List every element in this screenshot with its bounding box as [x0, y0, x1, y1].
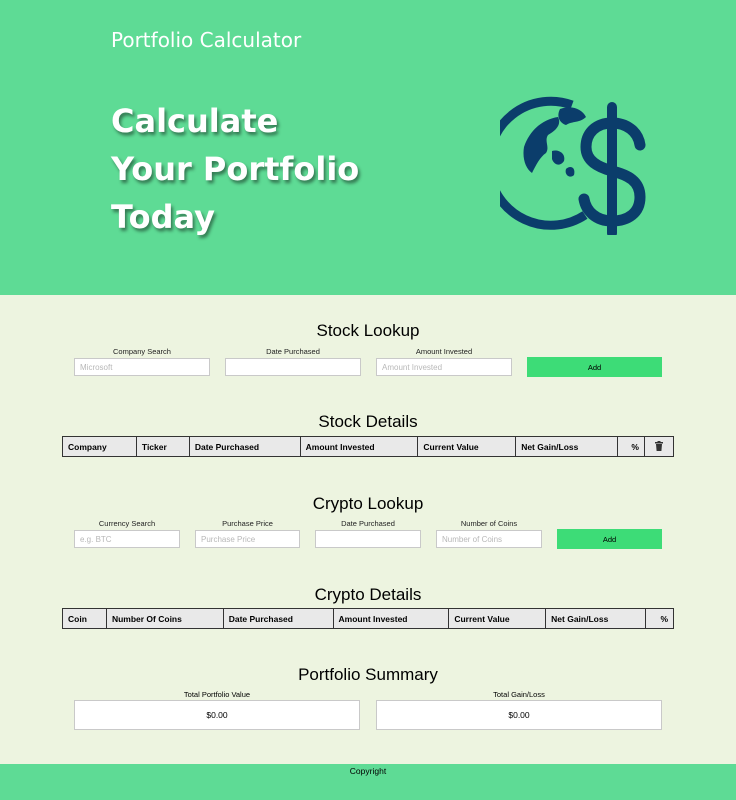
footer: Copyright [0, 764, 736, 800]
headline-line-2: Your Portfolio [111, 150, 360, 188]
column-header: Current Value [448, 608, 547, 629]
crypto-lookup-title: Crypto Lookup [312, 494, 424, 513]
add-stock-button[interactable]: Add [527, 357, 662, 377]
column-header: Number Of Coins [105, 608, 224, 629]
total-value: $0.00 [206, 710, 228, 720]
copyright-text: Copyright [349, 766, 387, 776]
company-search-input[interactable] [74, 358, 210, 376]
table-header-row: Coin Number Of Coins Date Purchased Amou… [62, 608, 674, 629]
amount-invested-label: Amount Invested [415, 347, 473, 356]
add-crypto-button[interactable]: Add [557, 529, 662, 549]
stock-date-label: Date Purchased [266, 347, 320, 356]
column-header: % [617, 436, 645, 457]
column-header: Ticker [135, 436, 190, 457]
company-search-label: Company Search [113, 347, 171, 356]
crypto-details-table: Coin Number Of Coins Date Purchased Amou… [62, 608, 674, 629]
purchase-price-input[interactable] [195, 530, 300, 548]
delete-column-header[interactable] [643, 436, 675, 457]
column-header: % [645, 608, 674, 629]
headline-line-3: Today [111, 198, 215, 236]
column-header: Company [62, 436, 137, 457]
column-header: Date Purchased [188, 436, 301, 457]
stock-date-input[interactable] [225, 358, 361, 376]
number-of-coins-label: Number of Coins [460, 519, 518, 528]
headline-line-1: Calculate [111, 102, 279, 140]
column-header: Amount Invested [299, 436, 419, 457]
globe-dollar-icon [500, 96, 646, 235]
total-gain-box: $0.00 [376, 700, 662, 730]
brand-title[interactable]: Portfolio Calculator [111, 28, 301, 52]
crypto-date-label: Date Purchased [341, 519, 395, 528]
total-value-box: $0.00 [74, 700, 360, 730]
stock-details-table: Company Ticker Date Purchased Amount Inv… [62, 436, 675, 457]
currency-search-label: Currency Search [98, 519, 156, 528]
column-header: Net Gain/Loss [545, 608, 646, 629]
column-header: Net Gain/Loss [515, 436, 619, 457]
stock-details-title: Stock Details [318, 412, 418, 431]
purchase-price-label: Purchase Price [222, 519, 273, 528]
portfolio-summary-title: Portfolio Summary [298, 665, 438, 684]
total-gain-label: Total Gain/Loss [493, 690, 545, 699]
amount-invested-input[interactable] [376, 358, 512, 376]
number-of-coins-input[interactable] [436, 530, 542, 548]
total-gain: $0.00 [508, 710, 530, 720]
crypto-details-title: Crypto Details [314, 585, 422, 604]
stock-lookup-title: Stock Lookup [316, 321, 420, 340]
trash-icon[interactable] [654, 440, 663, 451]
hero-banner: Portfolio Calculator Calculate Your Port… [0, 0, 736, 295]
column-header: Amount Invested [332, 608, 450, 629]
column-header: Date Purchased [222, 608, 334, 629]
column-header: Coin [62, 608, 107, 629]
currency-search-input[interactable] [74, 530, 180, 548]
crypto-date-input[interactable] [315, 530, 421, 548]
table-header-row: Company Ticker Date Purchased Amount Inv… [62, 436, 675, 457]
column-header: Current Value [417, 436, 517, 457]
hero-headline: Calculate Your Portfolio Today [111, 97, 471, 241]
total-value-label: Total Portfolio Value [183, 690, 251, 699]
